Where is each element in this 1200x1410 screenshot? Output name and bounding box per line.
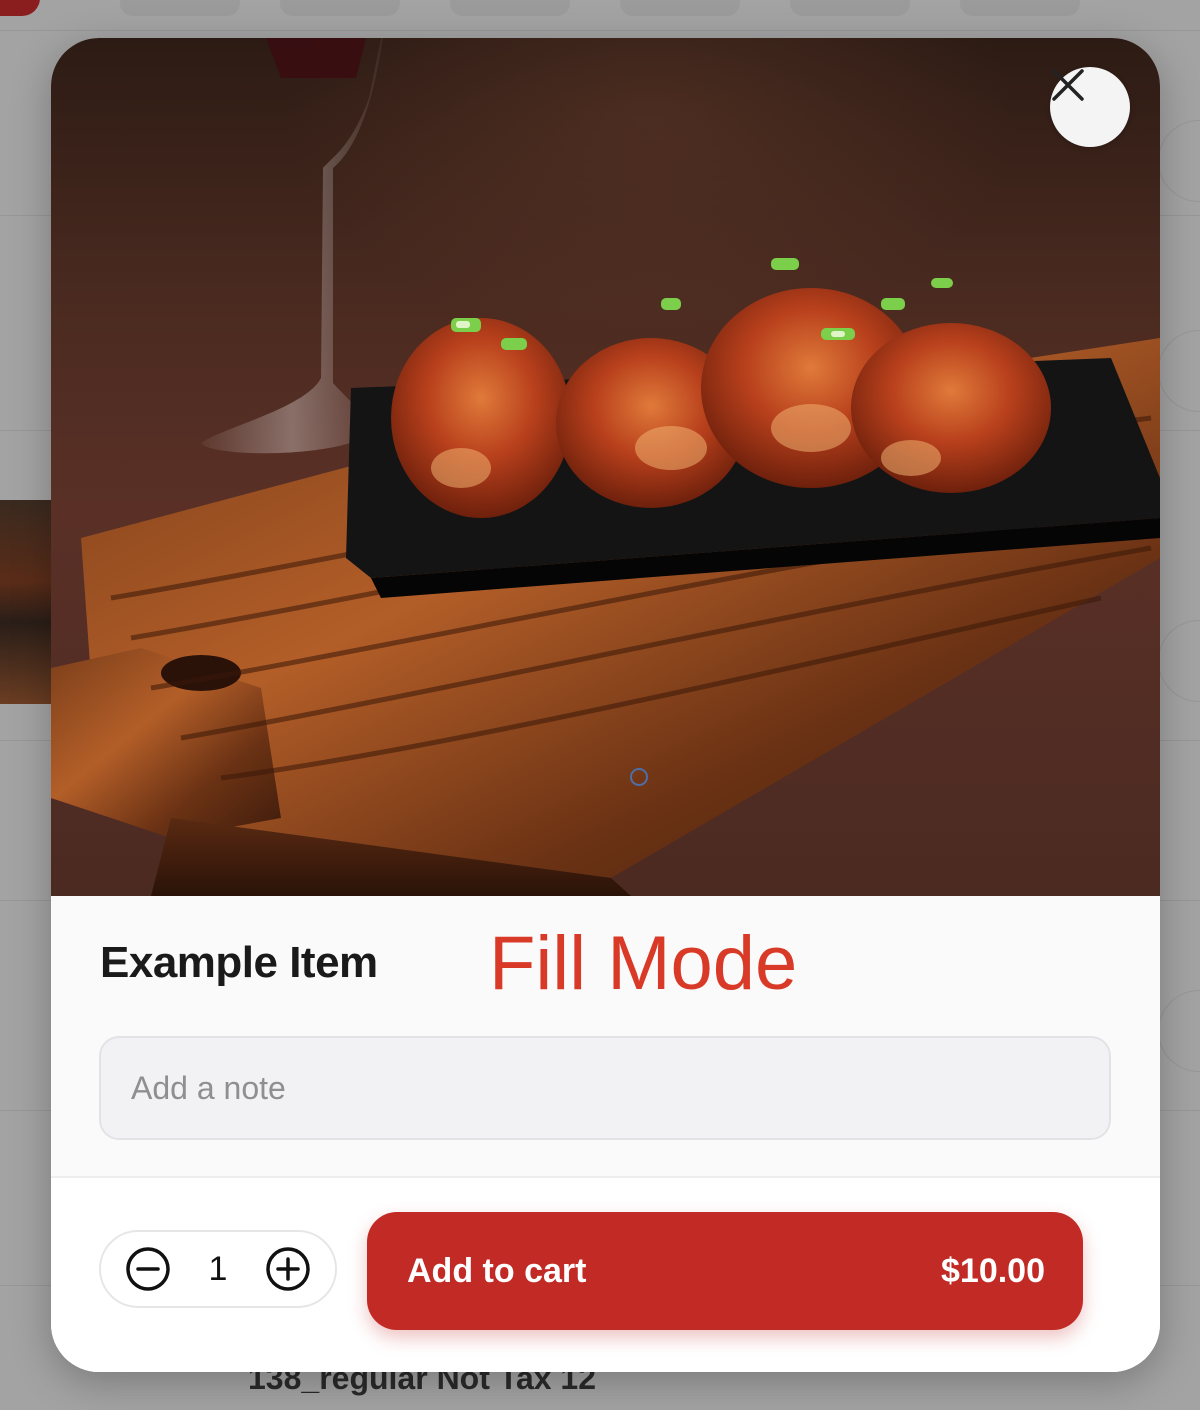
decrement-button[interactable]	[125, 1246, 171, 1292]
background-tab	[450, 0, 570, 16]
quantity-stepper: 1	[99, 1230, 337, 1308]
background-tab	[620, 0, 740, 16]
add-to-cart-label: Add to cart	[407, 1251, 587, 1290]
background-divider	[0, 30, 1200, 31]
background-add-icon	[1158, 620, 1200, 702]
increment-button[interactable]	[265, 1246, 311, 1292]
item-image	[51, 38, 1160, 896]
item-detail-modal: Example Item Fill Mode 1 Add to cart $10…	[51, 38, 1160, 1372]
item-title: Example Item	[100, 938, 378, 987]
background-category-pill	[0, 0, 40, 16]
item-details: Example Item Fill Mode	[51, 896, 1160, 1176]
background-tab	[960, 0, 1080, 16]
add-to-cart-price: $10.00	[941, 1251, 1045, 1290]
note-input[interactable]	[99, 1036, 1111, 1140]
background-add-icon	[1158, 990, 1200, 1072]
quantity-value: 1	[208, 1249, 228, 1288]
background-tab	[280, 0, 400, 16]
background-add-icon	[1158, 120, 1200, 202]
mouse-cursor-indicator	[630, 768, 648, 786]
add-to-cart-button[interactable]: Add to cart $10.00	[367, 1212, 1083, 1330]
close-button[interactable]	[1050, 67, 1130, 147]
modal-footer: 1 Add to cart $10.00	[51, 1176, 1160, 1372]
background-tab	[790, 0, 910, 16]
fill-mode-label: Fill Mode	[489, 921, 798, 1006]
close-icon	[1052, 69, 1108, 125]
background-tab	[120, 0, 240, 16]
item-photo-illustration	[51, 38, 1160, 896]
background-add-icon	[1158, 330, 1200, 412]
minus-circle-icon	[126, 1247, 170, 1291]
plus-circle-icon	[266, 1247, 310, 1291]
background-item-thumbnail	[0, 500, 52, 704]
